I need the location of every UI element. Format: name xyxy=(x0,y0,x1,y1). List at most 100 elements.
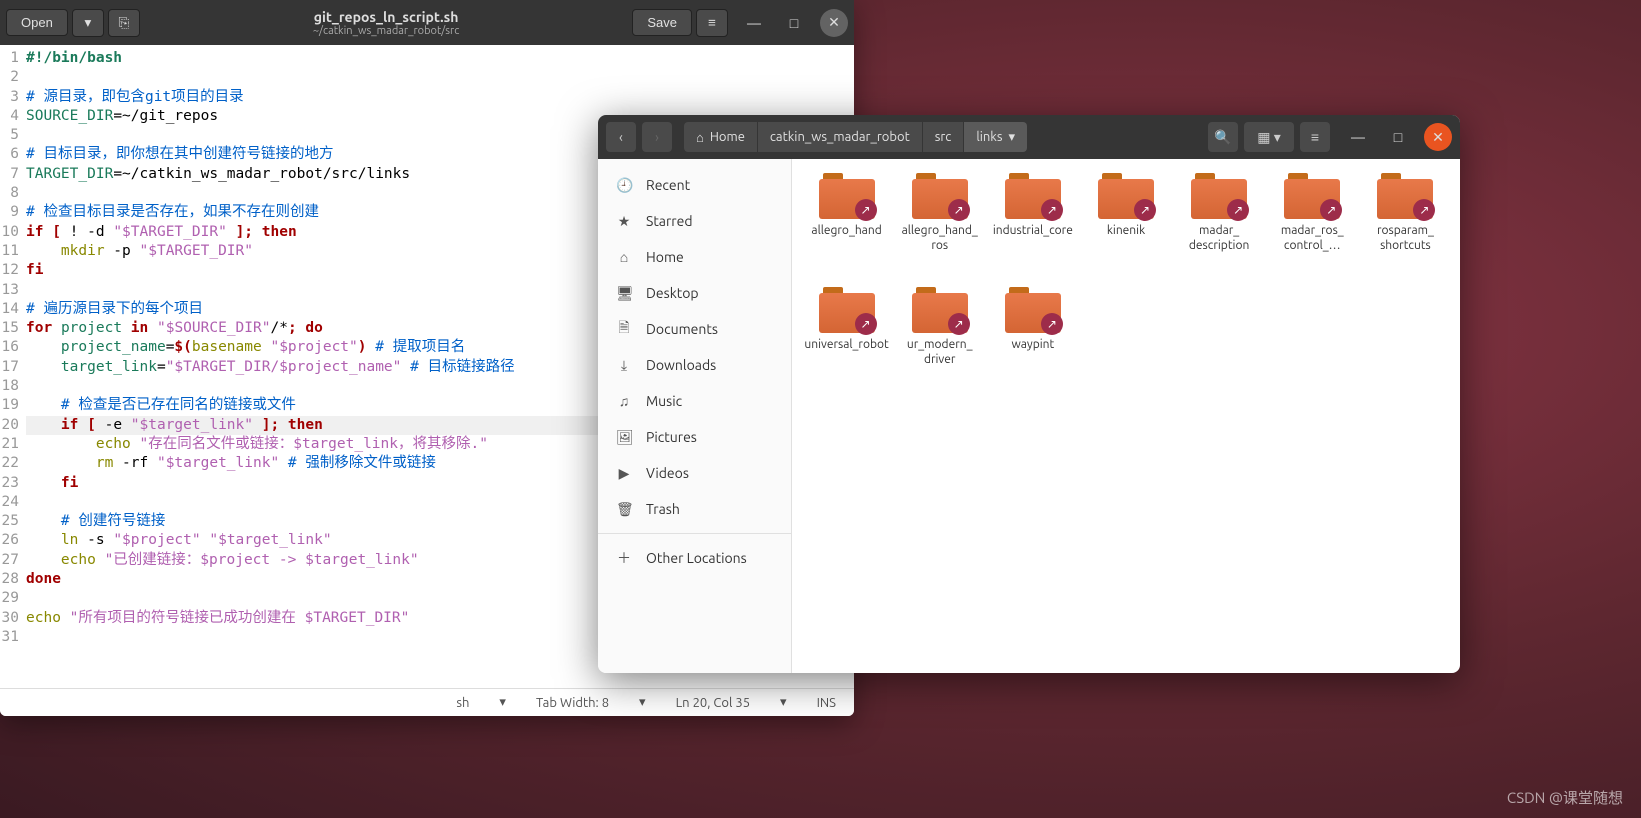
save-button[interactable]: Save xyxy=(632,9,692,36)
sidebar-item-label: Recent xyxy=(646,177,690,193)
nav-back-button[interactable]: ‹ xyxy=(606,122,636,152)
watermark-text: CSDN @课堂随想 xyxy=(1507,787,1623,808)
nav-forward-button[interactable]: › xyxy=(642,122,672,152)
documents-icon: 🗎 xyxy=(616,317,632,341)
folder-link-icon: ↗ xyxy=(912,173,968,219)
folder-item[interactable]: ↗ allegro_​hand_​ros xyxy=(895,173,984,283)
folder-item[interactable]: ↗ universal_​robot xyxy=(802,287,891,397)
folder-link-icon: ↗ xyxy=(819,287,875,333)
maximize-button[interactable]: □ xyxy=(780,9,808,37)
chevron-down-icon: ▾ xyxy=(499,695,506,710)
folder-link-icon: ↗ xyxy=(1005,287,1061,333)
sidebar-item-label: Downloads xyxy=(646,357,716,373)
folder-item[interactable]: ↗ industrial_​core xyxy=(988,173,1077,283)
nautilus-window: ‹ › ⌂ Home catkin_ws_madar_robot src links ▾… xyxy=(598,115,1460,673)
minimize-button[interactable]: — xyxy=(740,9,768,37)
path-label: catkin_ws_madar_robot xyxy=(770,130,910,144)
open-button[interactable]: Open xyxy=(6,9,68,36)
editor-statusbar: sh ▾ Tab Width: 8 ▾ Ln 20, Col 35 ▾ INS xyxy=(0,688,854,716)
starred-icon: ★ xyxy=(616,213,632,230)
path-segment[interactable]: catkin_ws_madar_robot xyxy=(758,122,922,152)
other locations-icon: ＋ xyxy=(616,548,632,568)
folder-link-icon: ↗ xyxy=(1098,173,1154,219)
sidebar-item-recent[interactable]: 🕘 Recent xyxy=(598,167,791,203)
editor-title-block: git_repos_ln_script.sh ~/catkin_ws_madar… xyxy=(144,9,629,37)
minimize-button[interactable]: — xyxy=(1344,123,1372,151)
editor-filepath: ~/catkin_ws_madar_robot/src xyxy=(144,25,629,37)
open-dropdown-icon[interactable]: ▾ xyxy=(72,9,104,37)
sidebar-item-trash[interactable]: 🗑 Trash xyxy=(598,491,791,527)
folder-label: ur_​modern_​driver xyxy=(896,337,984,367)
chevron-down-icon: ▾ xyxy=(639,695,646,710)
desktop-icon: 🖥 xyxy=(616,285,632,302)
sidebar-item-label: Desktop xyxy=(646,285,699,301)
folder-item[interactable]: ↗waypint xyxy=(988,287,1077,397)
folder-link-icon: ↗ xyxy=(912,287,968,333)
videos-icon: ▶ xyxy=(616,465,632,482)
status-language[interactable]: sh xyxy=(456,696,469,710)
folder-label: universal_​robot xyxy=(804,337,888,352)
folder-label: madar_​description xyxy=(1175,223,1263,253)
sidebar-item-pictures[interactable]: 🖼Pictures xyxy=(598,419,791,455)
pathbar: ⌂ Home catkin_ws_madar_robot src links ▾ xyxy=(684,122,1027,152)
sidebar-item-label: Other Locations xyxy=(646,550,747,566)
editor-filename: git_repos_ln_script.sh xyxy=(144,9,629,25)
status-tabwidth[interactable]: Tab Width: 8 xyxy=(536,696,609,710)
chevron-down-icon: ▾ xyxy=(1009,130,1016,145)
folder-link-icon: ↗ xyxy=(1005,173,1061,219)
view-toggle-button[interactable]: ▦ ▾ xyxy=(1244,122,1294,152)
new-tab-button[interactable]: ⎘ xyxy=(108,9,140,37)
sidebar-item-home[interactable]: ⌂ Home xyxy=(598,239,791,275)
places-sidebar: 🕘 Recent ★ Starred ⌂ Home 🖥 Desktop 🗎 Documents ⤓D… xyxy=(598,159,792,673)
hamburger-menu-icon[interactable]: ≡ xyxy=(696,9,728,37)
folder-item[interactable]: ↗ allegro_​hand xyxy=(802,173,891,283)
sidebar-item-music[interactable]: ♫Music xyxy=(598,383,791,419)
folder-item[interactable]: ↗ madar_​description xyxy=(1175,173,1264,283)
folder-label: allegro_​hand_​ros xyxy=(896,223,984,253)
sidebar-item-label: Starred xyxy=(646,213,693,229)
folder-item[interactable]: ↗rosparam_​shortcuts xyxy=(1361,173,1450,283)
sidebar-item-documents[interactable]: 🗎 Documents xyxy=(598,311,791,347)
maximize-button[interactable]: □ xyxy=(1384,123,1412,151)
editor-headerbar: Open ▾ ⎘ git_repos_ln_script.sh ~/catkin… xyxy=(0,0,854,45)
sidebar-item-label: Home xyxy=(646,249,684,265)
sidebar-item-label: Music xyxy=(646,393,682,409)
folder-link-icon: ↗ xyxy=(1191,173,1247,219)
path-label: src xyxy=(935,130,952,144)
folder-link-icon: ↗ xyxy=(1284,173,1340,219)
folder-link-icon: ↗ xyxy=(1377,173,1433,219)
sidebar-item-label: Documents xyxy=(646,321,718,337)
trash-icon: 🗑 xyxy=(616,501,632,518)
sidebar-item-label: Videos xyxy=(646,465,689,481)
sidebar-item-desktop[interactable]: 🖥 Desktop xyxy=(598,275,791,311)
hamburger-menu-icon[interactable]: ≡ xyxy=(1300,122,1330,152)
path-segment[interactable]: ⌂ Home xyxy=(684,122,757,152)
folder-item[interactable]: ↗ madar_​ros_​control_​… xyxy=(1268,173,1357,283)
files-headerbar: ‹ › ⌂ Home catkin_ws_madar_robot src links ▾… xyxy=(598,115,1460,159)
folder-link-icon: ↗ xyxy=(819,173,875,219)
path-label: links xyxy=(976,130,1002,144)
path-segment[interactable]: links ▾ xyxy=(964,122,1027,152)
folder-label: allegro_​hand xyxy=(811,223,881,238)
folder-grid[interactable]: ↗ allegro_​hand ↗ allegro_​hand_​ros ↗ indust… xyxy=(792,159,1460,673)
home-icon: ⌂ xyxy=(696,130,704,145)
sidebar-item-other locations[interactable]: ＋ Other Locations xyxy=(598,540,791,576)
folder-item[interactable]: ↗kinenik xyxy=(1081,173,1170,283)
recent-icon: 🕘 xyxy=(616,177,632,194)
sidebar-item-downloads[interactable]: ⤓Downloads xyxy=(598,347,791,383)
sidebar-item-label: Trash xyxy=(646,501,680,517)
path-label: Home xyxy=(710,130,745,144)
path-segment[interactable]: src xyxy=(923,122,964,152)
search-icon[interactable]: 🔍 xyxy=(1208,122,1238,152)
folder-label: madar_​ros_​control_​… xyxy=(1268,223,1356,253)
sidebar-item-starred[interactable]: ★ Starred xyxy=(598,203,791,239)
folder-label: industrial_​core xyxy=(993,223,1073,238)
close-button[interactable]: ✕ xyxy=(1424,123,1452,151)
chevron-down-icon: ▾ xyxy=(780,695,787,710)
close-button[interactable]: ✕ xyxy=(820,9,848,37)
sidebar-item-videos[interactable]: ▶ Videos xyxy=(598,455,791,491)
home-icon: ⌂ xyxy=(616,249,632,265)
status-cursor: Ln 20, Col 35 xyxy=(676,696,750,710)
folder-item[interactable]: ↗ ur_​modern_​driver xyxy=(895,287,984,397)
status-insert-mode: INS xyxy=(817,696,836,710)
